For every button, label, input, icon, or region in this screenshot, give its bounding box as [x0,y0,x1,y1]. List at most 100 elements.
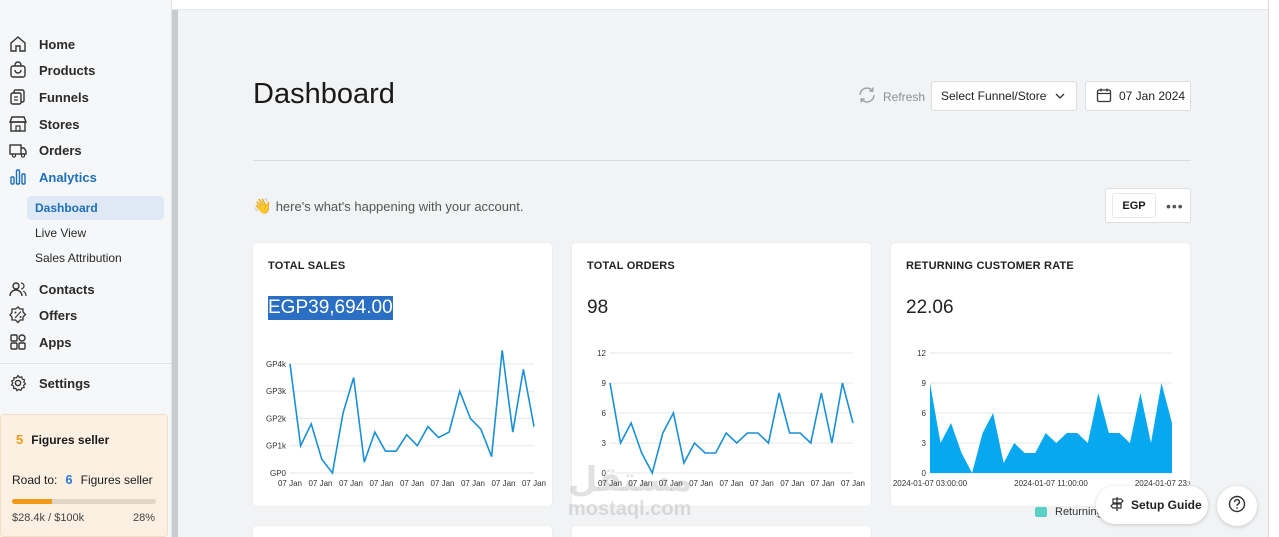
currency-button[interactable]: EGP [1112,193,1156,218]
x-tick-label: 07 Jan [719,479,743,488]
currency-toolbar: EGP ••• [1105,188,1191,223]
x-tick-label: 07 Jan [811,479,835,488]
sidebar-item-funnels[interactable]: Funnels [0,84,172,110]
top-bar [0,0,1279,10]
date-picker-button[interactable]: 07 Jan 2024 [1085,81,1191,111]
x-tick-label: 07 Jan [461,479,485,488]
bar-chart-icon [9,168,27,186]
sidebar-item-label: Funnels [39,89,89,105]
home-icon [9,35,27,53]
road-to-label: Road to: [12,472,58,487]
sidebar-item-home[interactable]: Home [0,31,172,57]
y-tick-label: 6 [922,409,927,418]
bag-icon [9,61,27,79]
sidebar-item-label: Apps [39,334,72,350]
greeting: 👋 here's what's happening with your acco… [253,197,523,215]
more-options-icon[interactable]: ••• [1166,198,1184,214]
y-tick-label: 3 [922,439,927,448]
header-divider [253,160,1191,161]
sidebar-item-stores[interactable]: Stores [0,111,172,137]
y-tick-label: GP0 [270,469,287,478]
x-tick-label: 07 Jan [750,479,774,488]
watermark: مستقل mostaql.com [568,460,692,521]
y-tick-label: 6 [602,409,607,418]
sidebar-item-apps[interactable]: Apps [0,329,172,355]
bottom-card [253,526,552,537]
y-tick-label: 9 [602,379,607,388]
sidebar-item-orders[interactable]: Orders [0,137,172,163]
seller-level-number: 5 [16,432,24,447]
y-tick-label: 3 [602,439,607,448]
x-tick-label: 07 Jan [400,479,424,488]
card-value: 22.06 [906,297,954,318]
card-title: TOTAL ORDERS [587,260,675,272]
sidebar-divider [0,363,172,364]
y-tick-label: 9 [922,379,927,388]
apps-icon [9,333,27,351]
date-value: 07 Jan 2024 [1119,89,1186,103]
seller-next-level-number: 6 [65,472,73,487]
help-button[interactable] [1217,486,1257,526]
sidebar-subitem-sales-attribution[interactable]: Sales Attribution [27,246,164,270]
store-select[interactable]: Select Funnel/Store [931,81,1077,111]
x-tick-label: 07 Jan [369,479,393,488]
seller-level-card[interactable]: 5 Figures seller Road to: 6 Figures sell… [0,414,168,537]
sidebar-subitem-dashboard[interactable]: Dashboard [27,196,164,220]
x-tick-label: 07 Jan [841,479,865,488]
store-select-value: Select Funnel/Store [941,89,1047,103]
sidebar-item-contacts[interactable]: Contacts [0,276,172,302]
y-tick-label: GP3k [266,387,287,396]
card-title: TOTAL SALES [268,260,346,272]
sidebar: Home Products Funnels Stores Orders Anal… [0,0,172,537]
total-sales-card: TOTAL SALES EGP39,694.00 GP0 GP1k GP2k GP3k… [253,243,552,506]
x-tick-label: 2024-01-07 03:00:00 [893,479,968,488]
signpost-icon [1110,496,1124,515]
calendar-icon [1096,87,1112,106]
sidebar-subitem-live-view[interactable]: Live View [27,221,164,245]
discount-icon [9,306,27,324]
card-title: RETURNING CUSTOMER RATE [906,260,1074,272]
bottom-card [572,526,871,537]
line-series [289,350,535,475]
sidebar-item-label: Orders [39,142,82,158]
sidebar-item-products[interactable]: Products [0,57,172,83]
card-value[interactable]: EGP39,694.00 [268,296,393,320]
x-tick-label: 07 Jan [430,479,454,488]
setup-guide-label: Setup Guide [1131,498,1202,512]
seller-amount: $28.4k / $100k [12,512,85,524]
truck-icon [9,141,27,159]
watermark-arabic: مستقل [568,460,693,500]
window-edge [1268,0,1279,537]
sidebar-item-label: Offers [39,307,78,323]
waving-hand-icon: 👋 [253,198,272,215]
seller-next-level: Road to: 6 Figures seller [12,472,153,487]
legend-swatch [1035,507,1047,517]
x-tick-label: 07 Jan [689,479,713,488]
setup-guide-button[interactable]: Setup Guide [1096,486,1208,524]
area-series [930,383,1172,473]
sidebar-item-label: Settings [39,375,91,391]
total-sales-chart: GP0 GP1k GP2k GP3k GP4k 07 Jan 07 Jan 07 Jan 07 … [266,350,546,488]
x-tick-label: 07 Jan [278,479,302,488]
y-tick-label: GP4k [266,360,287,369]
sidebar-item-label: Home [39,36,76,52]
seller-progress-bar [12,499,156,504]
sidebar-item-analytics[interactable]: Analytics [0,164,172,190]
funnel-icon [9,88,27,106]
refresh-button[interactable]: Refresh [857,86,925,107]
watermark-latin: mostaql.com [568,498,692,520]
seller-next-level-title: Figures seller [80,472,153,487]
sidebar-item-label: Contacts [39,281,95,297]
sidebar-item-label: Stores [39,116,80,132]
sidebar-item-offers[interactable]: Offers [0,302,172,328]
chart-legend: Returning [1035,506,1103,518]
page-title: Dashboard [253,78,395,110]
x-tick-label: 07 Jan [491,479,515,488]
sidebar-scrollbar[interactable] [172,10,178,537]
sidebar-item-settings[interactable]: Settings [0,370,172,396]
refresh-label: Refresh [883,89,926,104]
y-tick-label: 12 [597,349,606,358]
returning-customer-card: RETURNING CUSTOMER RATE 22.06 0 3 6 9 12 2024… [891,243,1190,518]
x-tick-label: 07 Jan [339,479,363,488]
greeting-text: here's what's happening with your accoun… [275,198,524,214]
